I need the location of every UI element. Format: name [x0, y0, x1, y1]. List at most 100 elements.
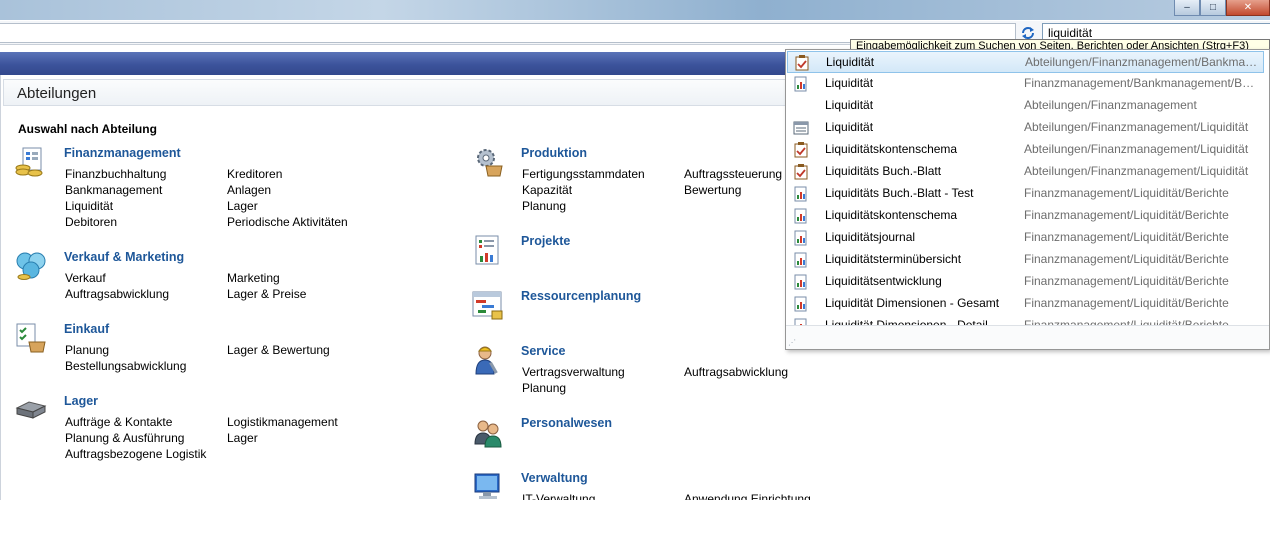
search-result-item[interactable]: Liquiditätsterminübersicht Finanzmanagem…: [787, 249, 1264, 271]
category-title[interactable]: Projekte: [521, 234, 570, 248]
search-result-item[interactable]: Liquiditätsentwicklung Finanzmanagement/…: [787, 271, 1264, 293]
category-projekte: Projekte: [472, 234, 792, 270]
report-icon: [794, 186, 807, 202]
link-vertragsverwaltung[interactable]: Vertragsverwaltung: [522, 364, 625, 380]
link-bewertung[interactable]: Bewertung: [684, 182, 782, 198]
result-path: Finanzmanagement/Liquidität/Berichte: [1024, 230, 1229, 244]
result-name: Liquiditäts Buch.-Blatt: [825, 164, 942, 178]
link-kapazitaet[interactable]: Kapazität: [522, 182, 645, 198]
result-name: Liquiditätsterminübersicht: [825, 252, 962, 266]
category-title[interactable]: Produktion: [521, 146, 587, 160]
section-subtitle: Auswahl nach Abteilung: [18, 122, 157, 136]
link-logistikmanagement[interactable]: Logistikmanagement: [227, 414, 338, 430]
link-auftragsabwicklung[interactable]: Auftragsabwicklung: [65, 286, 169, 302]
category-links-col1: Aufträge & Kontakte Planung & Ausführung…: [65, 414, 206, 462]
result-path: Finanzmanagement/Liquidität/Berichte: [1024, 186, 1229, 200]
maximize-icon: □: [1209, 1, 1217, 13]
link-auftragsbezogene-logistik[interactable]: Auftragsbezogene Logistik: [65, 446, 206, 462]
admin-icon: [474, 473, 500, 499]
category-einkauf: Einkauf Planung Bestellungsabwicklung La…: [15, 322, 455, 382]
link-marketing[interactable]: Marketing: [227, 270, 306, 286]
category-produktion: Produktion Fertigungsstammdaten Kapazitä…: [472, 146, 792, 218]
result-name: Liquiditätskontenschema: [825, 208, 958, 222]
result-path: Finanzmanagement/Liquidität/Berichte: [1024, 296, 1229, 310]
purchase-icon: [16, 323, 46, 353]
link-periodische-aktivitaeten[interactable]: Periodische Aktivitäten: [227, 214, 348, 230]
result-name: Liquiditätskontenschema: [825, 142, 958, 156]
link-planung-ausfuehrung[interactable]: Planung & Ausführung: [65, 430, 206, 446]
search-result-item[interactable]: Liquiditäts Buch.-Blatt - Test Finanzman…: [787, 183, 1264, 205]
dropdown-footer: ⋰: [786, 325, 1269, 349]
search-result-item[interactable]: Liquidität Abteilungen/Finanzmanagement/…: [787, 51, 1264, 73]
close-icon: ✕: [1243, 1, 1253, 13]
link-kreditoren[interactable]: Kreditoren: [227, 166, 348, 182]
link-auftragsabwicklung[interactable]: Auftragsabwicklung: [684, 364, 788, 380]
search-result-item[interactable]: Liquiditätsjournal Finanzmanagement/Liqu…: [787, 227, 1264, 249]
link-lager-bewertung[interactable]: Lager & Bewertung: [227, 342, 330, 358]
result-path: Finanzmanagement/Liquidität/Berichte: [1024, 274, 1229, 288]
category-title[interactable]: Einkauf: [64, 322, 109, 336]
category-title[interactable]: Ressourcenplanung: [521, 289, 641, 303]
minimize-button[interactable]: –: [1174, 0, 1200, 16]
report-icon: [794, 76, 807, 92]
link-planung[interactable]: Planung: [522, 198, 645, 214]
link-planung[interactable]: Planung: [522, 380, 625, 396]
search-result-item[interactable]: Liquiditätskontenschema Finanzmanagement…: [787, 205, 1264, 227]
maximize-button[interactable]: □: [1200, 0, 1226, 16]
finance-icon: [15, 147, 43, 177]
link-lager[interactable]: Lager: [227, 198, 348, 214]
category-title[interactable]: Finanzmanagement: [64, 146, 181, 160]
category-title[interactable]: Lager: [64, 394, 98, 408]
link-anlagen[interactable]: Anlagen: [227, 182, 348, 198]
link-fertigungsstammdaten[interactable]: Fertigungsstammdaten: [522, 166, 645, 182]
link-auftragssteuerung[interactable]: Auftragssteuerung: [684, 166, 782, 182]
search-result-item[interactable]: Liquidität Dimensionen - Gesamt Finanzma…: [787, 293, 1264, 315]
category-title[interactable]: Verwaltung: [521, 471, 588, 485]
category-finanzmanagement: Finanzmanagement Finanzbuchhaltung Bankm…: [15, 146, 455, 236]
hr-icon: [474, 420, 502, 448]
link-anwendung-einrichtung[interactable]: Anwendung Einrichtung: [684, 491, 811, 500]
search-result-item[interactable]: Liquidität Finanzmanagement/Bankmanageme…: [787, 73, 1264, 95]
window-titlebar: – □ ✕: [0, 0, 1270, 20]
search-result-item[interactable]: Liquidität Abteilungen/Finanzmanagement/…: [787, 117, 1264, 139]
result-name: Liquidität: [825, 120, 874, 134]
link-finanzbuchhaltung[interactable]: Finanzbuchhaltung: [65, 166, 166, 182]
category-title[interactable]: Verkauf & Marketing: [64, 250, 184, 264]
result-path: Abteilungen/Finanzmanagement/Liquidität: [1024, 120, 1249, 134]
link-lager-preise[interactable]: Lager & Preise: [227, 286, 306, 302]
result-name: Liquiditäts Buch.-Blatt - Test: [825, 186, 974, 200]
link-lager[interactable]: Lager: [227, 430, 338, 446]
category-title[interactable]: Personalwesen: [521, 416, 612, 430]
link-debitoren[interactable]: Debitoren: [65, 214, 166, 230]
category-links-col2: Anwendung Einrichtung: [684, 491, 811, 500]
result-path: Abteilungen/Finanzmanagement/Bankmanagem…: [1025, 55, 1258, 69]
category-links-col1: IT-Verwaltung: [522, 491, 595, 500]
sales-icon: [16, 252, 46, 280]
production-icon: [477, 149, 503, 177]
link-planung[interactable]: Planung: [65, 342, 186, 358]
link-bestellungsabwicklung[interactable]: Bestellungsabwicklung: [65, 358, 186, 374]
result-name: Liquiditätsentwicklung: [825, 274, 942, 288]
close-button[interactable]: ✕: [1226, 0, 1270, 16]
category-title[interactable]: Service: [521, 344, 565, 358]
link-liquiditaet[interactable]: Liquidität: [65, 198, 166, 214]
search-result-item[interactable]: Liquiditäts Buch.-Blatt Abteilungen/Fina…: [787, 161, 1264, 183]
link-bankmanagement[interactable]: Bankmanagement: [65, 182, 166, 198]
category-links-col2: Auftragsabwicklung: [684, 364, 788, 380]
search-result-item[interactable]: Liquidität Abteilungen/Finanzmanagement: [787, 95, 1264, 117]
category-links-col2: Kreditoren Anlagen Lager Periodische Akt…: [227, 166, 348, 230]
result-path: Finanzmanagement/Liquidität/Berichte: [1024, 252, 1229, 266]
resize-grip-icon[interactable]: ⋰: [788, 338, 796, 347]
result-name: Liquidität: [826, 55, 875, 69]
result-path: Finanzmanagement/Bankmanagement/Berichte: [1024, 76, 1257, 90]
link-verkauf[interactable]: Verkauf: [65, 270, 169, 286]
result-path: Abteilungen/Finanzmanagement: [1024, 98, 1197, 112]
link-it-verwaltung[interactable]: IT-Verwaltung: [522, 491, 595, 500]
link-auftraege-kontakte[interactable]: Aufträge & Kontakte: [65, 414, 206, 430]
minimize-icon: –: [1184, 1, 1190, 13]
category-verkauf-marketing: Verkauf & Marketing Verkauf Auftragsabwi…: [15, 250, 455, 310]
result-name: Liquidität: [825, 76, 874, 90]
category-links-col2: Logistikmanagement Lager: [227, 414, 338, 446]
page-title: Abteilungen: [17, 85, 97, 102]
search-result-item[interactable]: Liquiditätskontenschema Abteilungen/Fina…: [787, 139, 1264, 161]
